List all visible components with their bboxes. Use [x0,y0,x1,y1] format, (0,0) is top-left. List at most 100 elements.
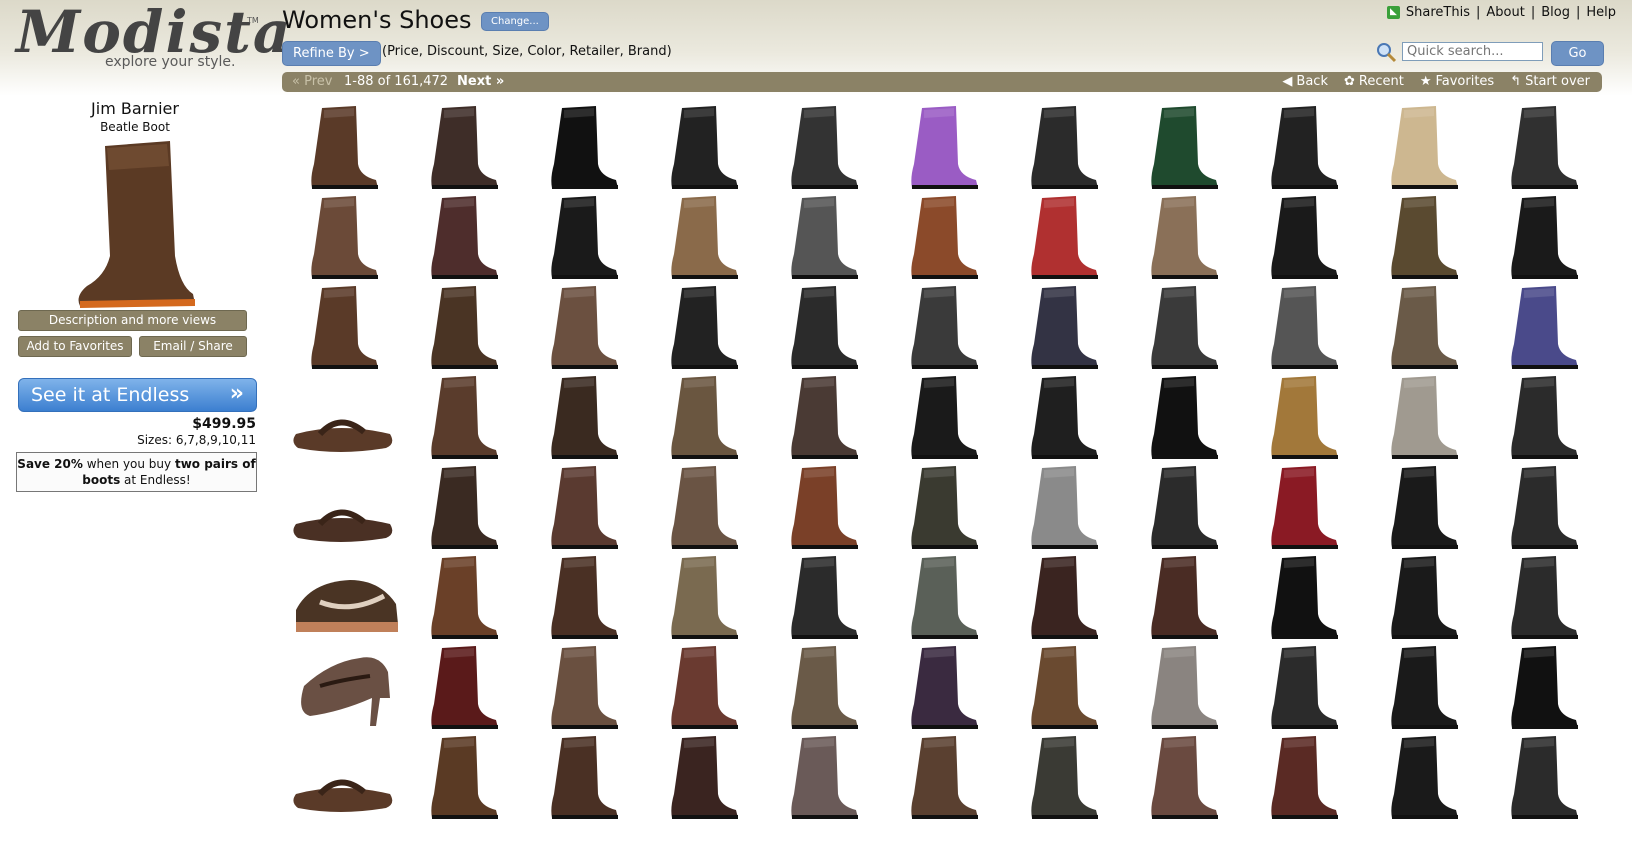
favorites-button[interactable]: ★ Favorites [1420,74,1494,89]
product-thumbnail[interactable] [642,550,762,640]
product-thumbnail[interactable] [1002,100,1122,190]
sharethis-icon[interactable]: ◣ [1386,6,1400,19]
product-thumbnail[interactable] [282,460,402,550]
product-thumbnail[interactable] [882,640,1002,730]
product-thumbnail[interactable] [282,370,402,460]
product-thumbnail[interactable] [282,190,402,280]
product-thumbnail[interactable] [642,730,762,820]
product-thumbnail[interactable] [402,370,522,460]
product-thumbnail[interactable] [1482,550,1602,640]
product-thumbnail[interactable] [1482,460,1602,550]
product-thumbnail[interactable] [762,280,882,370]
product-thumbnail[interactable] [1362,460,1482,550]
product-thumbnail[interactable] [642,460,762,550]
product-thumbnail[interactable] [1242,640,1362,730]
product-thumbnail[interactable] [882,730,1002,820]
product-thumbnail[interactable] [522,640,642,730]
product-thumbnail[interactable] [1362,550,1482,640]
product-thumbnail[interactable] [1122,640,1242,730]
prev-page-link[interactable]: « Prev [292,74,332,89]
promo-banner[interactable]: Save 20% when you buy two pairs of boots… [16,452,257,492]
product-thumbnail[interactable] [762,190,882,280]
product-thumbnail[interactable] [882,370,1002,460]
product-thumbnail[interactable] [882,100,1002,190]
product-thumbnail[interactable] [642,640,762,730]
product-thumbnail[interactable] [762,100,882,190]
product-thumbnail[interactable] [882,550,1002,640]
product-thumbnail[interactable] [642,100,762,190]
product-thumbnail[interactable] [402,730,522,820]
product-thumbnail[interactable] [882,280,1002,370]
product-thumbnail[interactable] [1002,640,1122,730]
product-thumbnail[interactable] [1002,370,1122,460]
product-thumbnail[interactable] [402,190,522,280]
product-thumbnail[interactable] [1002,550,1122,640]
product-thumbnail[interactable] [1482,370,1602,460]
product-thumbnail[interactable] [882,190,1002,280]
start-over-button[interactable]: ↰ Start over [1510,74,1590,89]
product-thumbnail[interactable] [282,640,402,730]
product-thumbnail[interactable] [642,370,762,460]
description-button[interactable]: Description and more views [18,310,247,331]
product-thumbnail[interactable] [1362,730,1482,820]
next-page-link[interactable]: Next » [457,74,504,89]
product-thumbnail[interactable] [1242,280,1362,370]
product-thumbnail[interactable] [402,550,522,640]
product-thumbnail[interactable] [522,370,642,460]
product-thumbnail[interactable] [522,460,642,550]
change-category-button[interactable]: Change... [481,12,549,31]
about-link[interactable]: About [1486,5,1524,20]
product-thumbnail[interactable] [282,730,402,820]
product-thumbnail[interactable] [1362,280,1482,370]
blog-link[interactable]: Blog [1541,5,1570,20]
product-hero-image[interactable] [75,136,200,311]
product-thumbnail[interactable] [1242,370,1362,460]
quick-search-input[interactable] [1402,42,1543,61]
product-thumbnail[interactable] [1482,190,1602,280]
sharethis-link[interactable]: ShareThis [1406,5,1470,20]
product-thumbnail[interactable] [522,280,642,370]
product-thumbnail[interactable] [1242,550,1362,640]
product-thumbnail[interactable] [522,190,642,280]
product-thumbnail[interactable] [1362,190,1482,280]
product-thumbnail[interactable] [1482,280,1602,370]
add-to-favorites-button[interactable]: Add to Favorites [18,336,132,357]
product-thumbnail[interactable] [1122,100,1242,190]
product-thumbnail[interactable] [1242,730,1362,820]
product-thumbnail[interactable] [1242,190,1362,280]
refine-by-button[interactable]: Refine By > [282,41,381,66]
product-thumbnail[interactable] [1242,100,1362,190]
product-thumbnail[interactable] [1122,280,1242,370]
product-thumbnail[interactable] [762,550,882,640]
see-it-at-endless-button[interactable]: See it at Endless » [18,378,257,412]
product-thumbnail[interactable] [282,550,402,640]
product-thumbnail[interactable] [282,100,402,190]
back-button[interactable]: ◀ Back [1282,74,1328,89]
product-thumbnail[interactable] [282,280,402,370]
product-thumbnail[interactable] [1122,370,1242,460]
product-thumbnail[interactable] [762,730,882,820]
product-thumbnail[interactable] [1362,640,1482,730]
product-thumbnail[interactable] [1362,100,1482,190]
product-thumbnail[interactable] [1002,460,1122,550]
product-thumbnail[interactable] [1002,730,1122,820]
recent-button[interactable]: ✿ Recent [1344,74,1404,89]
product-thumbnail[interactable] [762,460,882,550]
product-thumbnail[interactable] [522,550,642,640]
product-thumbnail[interactable] [522,100,642,190]
product-thumbnail[interactable] [642,190,762,280]
product-thumbnail[interactable] [762,640,882,730]
modista-logo[interactable]: Modista TM explore your style. [12,0,291,80]
product-thumbnail[interactable] [1122,730,1242,820]
product-thumbnail[interactable] [402,460,522,550]
product-thumbnail[interactable] [1122,550,1242,640]
product-thumbnail[interactable] [522,730,642,820]
search-go-button[interactable]: Go [1551,41,1604,66]
product-thumbnail[interactable] [762,370,882,460]
product-thumbnail[interactable] [1242,460,1362,550]
product-thumbnail[interactable] [1122,190,1242,280]
product-thumbnail[interactable] [1482,730,1602,820]
product-thumbnail[interactable] [1482,100,1602,190]
product-thumbnail[interactable] [882,460,1002,550]
product-thumbnail[interactable] [1002,190,1122,280]
